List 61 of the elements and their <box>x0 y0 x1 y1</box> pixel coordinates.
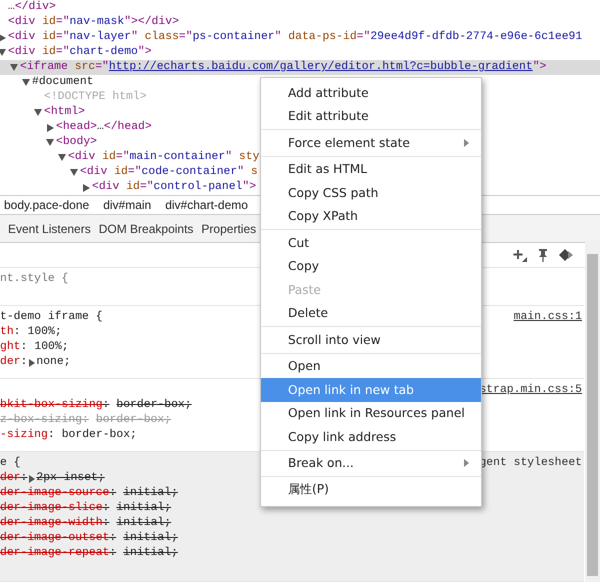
menu-item[interactable]: Copy <box>261 254 481 278</box>
css-declaration[interactable]: der-image-outset: initial; <box>0 531 178 546</box>
menu-item[interactable]: Edit as HTML <box>261 158 481 181</box>
dom-node-line[interactable]: #document <box>0 75 94 90</box>
breadcrumb-item[interactable]: body.pace-done <box>4 198 90 212</box>
css-declaration[interactable]: ght: 100%; <box>0 340 69 355</box>
rule-selector: nt.style { <box>0 272 68 287</box>
panel-tab[interactable]: DOM Breakpoints <box>98 222 194 236</box>
css-declaration[interactable]: der-image-repeat: initial; <box>0 546 178 561</box>
menu-item[interactable]: Break on... <box>261 452 481 475</box>
css-declaration[interactable]: th: 100%; <box>0 325 62 340</box>
expanded-triangle-icon[interactable] <box>22 79 30 86</box>
color-format-icon[interactable] <box>558 248 574 262</box>
expanded-triangle-icon[interactable] <box>58 154 66 161</box>
collapsed-triangle-icon[interactable] <box>0 34 6 42</box>
css-declaration[interactable]: der-image-slice: initial; <box>0 501 172 516</box>
dom-node-line[interactable]: <head>…</head> <box>0 120 152 135</box>
expand-triangle-icon[interactable] <box>29 358 36 366</box>
expanded-triangle-icon[interactable] <box>46 139 54 146</box>
dom-node-line[interactable]: <div id="nav-mask"></div> <box>0 15 179 30</box>
dom-node-line[interactable]: <div id="nav-layer" class="ps-container" data-ps-id="29ee4d9f-dfdb-2774-e96e-6c1ee91 <box>0 30 582 45</box>
dom-node-line[interactable]: …</div> <box>0 0 56 15</box>
css-declaration[interactable]: der: 2px inset; <box>0 471 105 486</box>
expand-triangle-icon[interactable] <box>29 474 36 482</box>
css-declaration[interactable]: der-image-width: initial; <box>0 516 172 531</box>
panel-tab[interactable]: Event Listeners <box>8 222 91 236</box>
dom-node-line[interactable]: <div id="code-container" s <box>0 165 258 180</box>
css-declaration[interactable]: bkit-box-sizing: border-box; <box>0 398 192 413</box>
expanded-triangle-icon[interactable] <box>34 109 42 116</box>
breadcrumb-item[interactable]: div#main <box>103 198 152 212</box>
menu-item[interactable]: Cut <box>261 231 481 254</box>
scrollbar-thumb[interactable] <box>587 254 598 576</box>
menu-item[interactable]: Force element state <box>261 131 481 154</box>
menu-item[interactable]: 属性(P) <box>261 478 481 502</box>
menu-item[interactable]: Copy CSS path <box>261 181 481 204</box>
dom-node-line[interactable]: <div id="main-container" sty <box>0 150 260 165</box>
collapsed-triangle-icon[interactable] <box>47 124 54 132</box>
breadcrumb-item[interactable]: div#chart-demo <box>165 198 248 212</box>
menu-item[interactable]: Delete <box>261 302 481 325</box>
scrollbar[interactable] <box>585 240 600 582</box>
css-declaration[interactable]: der: none; <box>0 355 71 370</box>
expanded-triangle-icon[interactable] <box>10 64 18 71</box>
source-link[interactable]: main.css:1 <box>514 310 582 325</box>
rule-selector: e { <box>0 456 21 471</box>
menu-item[interactable]: Copy link address <box>261 425 481 448</box>
dom-node-line[interactable]: <html> <box>0 105 86 120</box>
menu-item[interactable]: Add attribute <box>261 81 481 104</box>
menu-item[interactable]: Copy XPath <box>261 204 481 228</box>
menu-item[interactable]: Open link in Resources panel <box>261 402 481 425</box>
pin-icon[interactable] <box>538 248 548 262</box>
rule-selector: t-demo iframe { <box>0 310 103 325</box>
panel-tab[interactable]: Properties <box>201 222 256 236</box>
css-declaration[interactable]: -sizing: border-box; <box>0 428 137 443</box>
source-link[interactable]: strap.min.css:5 <box>479 383 582 398</box>
menu-item[interactable]: Edit attribute <box>261 104 481 128</box>
menu-item[interactable]: Scroll into view <box>261 328 481 352</box>
menu-item[interactable]: Open <box>261 354 481 378</box>
css-declaration[interactable]: der-image-source: initial; <box>0 486 178 501</box>
dom-node-line[interactable]: <body> <box>0 135 98 150</box>
expanded-triangle-icon[interactable] <box>70 169 78 176</box>
add-rule-icon[interactable] <box>512 248 528 262</box>
